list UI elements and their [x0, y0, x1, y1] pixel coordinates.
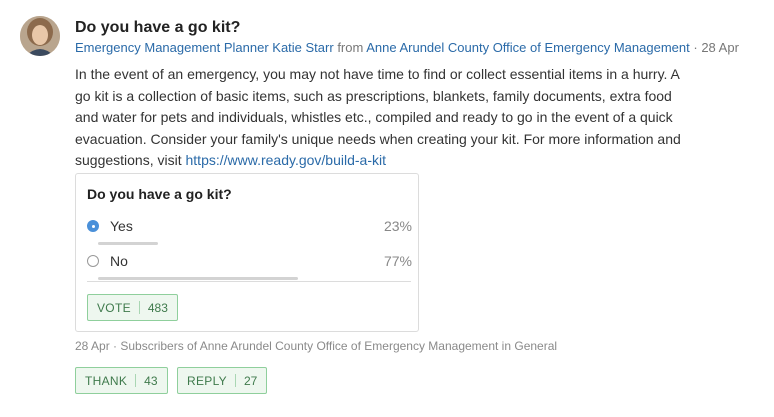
from-text: from [337, 40, 364, 55]
thank-label: THANK [85, 373, 128, 388]
ready-gov-link[interactable]: https://www.ready.gov/build-a-kit [186, 152, 387, 168]
poll-card: Do you have a go kit? Yes 23% No 77% VOT… [75, 173, 419, 332]
poll-question: Do you have a go kit? [87, 186, 232, 202]
post-footer-meta: 28 Apr · Subscribers of Anne Arundel Cou… [75, 339, 558, 353]
poll-result-bar [98, 277, 358, 280]
poll-result-bar-fill [98, 277, 299, 280]
poll-option-label: Yes [110, 218, 133, 234]
thank-button[interactable]: THANK 43 [75, 367, 168, 394]
reply-button[interactable]: REPLY 27 [177, 367, 268, 394]
reply-count: 27 [243, 373, 258, 388]
organization-link[interactable]: Anne Arundel County Office of Emergency … [366, 40, 690, 55]
thank-count: 43 [144, 373, 158, 388]
post-date[interactable]: 28 Apr [701, 40, 739, 55]
poll-option-percent: 23% [383, 218, 412, 234]
post-byline: Emergency Management Planner Katie Starr… [75, 40, 739, 55]
vote-count: 483 [147, 300, 168, 315]
poll-option-label: No [110, 253, 128, 269]
radio-unselected-icon[interactable] [87, 255, 99, 267]
poll-result-bar [98, 242, 358, 245]
button-separator [135, 374, 137, 387]
vote-label: VOTE [97, 300, 131, 315]
poll-option-yes[interactable]: Yes 23% [87, 218, 412, 252]
post-title[interactable]: Do you have a go kit? [75, 19, 240, 37]
date-separator: · [693, 40, 698, 55]
reply-label: REPLY [187, 373, 227, 388]
poll-divider [87, 281, 411, 282]
author-link[interactable]: Emergency Management Planner Katie Starr [75, 40, 334, 55]
poll-result-bar-fill [98, 242, 158, 245]
vote-button[interactable]: VOTE 483 [87, 294, 178, 321]
poll-option-percent: 77% [383, 253, 412, 269]
button-separator [234, 374, 236, 387]
radio-selected-icon[interactable] [87, 220, 99, 232]
author-avatar[interactable] [20, 16, 60, 56]
post-body: In the event of an emergency, you may no… [75, 64, 695, 172]
button-separator [138, 301, 140, 314]
